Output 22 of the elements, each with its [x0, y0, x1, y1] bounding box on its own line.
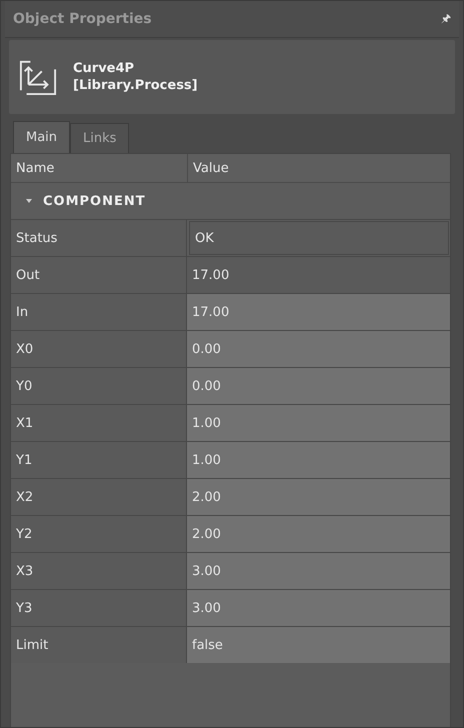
property-value[interactable]: 0.00	[187, 368, 450, 404]
property-value[interactable]: 3.00	[187, 590, 450, 626]
column-header: Name	[15, 160, 56, 178]
object-library: [Library.Process]	[73, 78, 198, 93]
property-value[interactable]: 1.00	[187, 442, 450, 478]
object-name: Curve4P	[73, 61, 136, 76]
property-value[interactable]: 3.00	[187, 553, 450, 589]
panel-title: Object Properties	[13, 11, 152, 27]
tab[interactable]: Main	[13, 121, 70, 153]
property-value[interactable]: 0.00	[187, 331, 450, 367]
curve-chart-icon	[19, 58, 57, 96]
column-header: Value	[187, 154, 450, 182]
property-value[interactable]: 2.00	[187, 479, 450, 515]
tab[interactable]: Links	[70, 123, 130, 153]
property-value[interactable]: 1.00	[187, 405, 450, 441]
property-value[interactable]: false	[187, 627, 450, 663]
property-value[interactable]: 17.00	[187, 294, 450, 330]
caret-icon	[25, 197, 33, 205]
group-toggle[interactable]: COMPONENT	[11, 192, 152, 210]
property-value: OK	[189, 221, 449, 255]
pin-button[interactable]: 🖈	[437, 10, 455, 28]
property-value[interactable]: 2.00	[187, 516, 450, 552]
